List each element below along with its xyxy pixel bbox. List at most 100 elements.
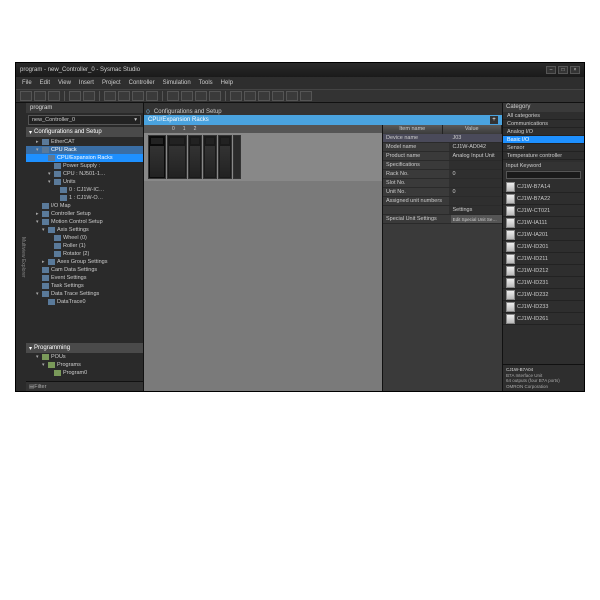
tree-item[interactable]: 1 : CJ1W-O…: [26, 194, 143, 202]
tool-button[interactable]: [20, 91, 32, 101]
part-item[interactable]: CJ1W-ID233: [503, 301, 584, 313]
unit-slot-1[interactable]: [203, 135, 217, 179]
part-item[interactable]: CJ1W-ID212: [503, 265, 584, 277]
tree-item[interactable]: ▸EtherCAT: [26, 138, 143, 146]
filter-row[interactable]: ▤ Filter: [26, 381, 143, 391]
part-item[interactable]: CJ1W-ID211: [503, 253, 584, 265]
category-item[interactable]: All categories: [503, 112, 584, 120]
part-item[interactable]: CJ1W-IA201: [503, 229, 584, 241]
tree-item[interactable]: ▾Programs: [26, 361, 143, 369]
tree-item[interactable]: ▾Data Trace Settings: [26, 290, 143, 298]
power-supply-slot[interactable]: [148, 135, 166, 179]
tree-item[interactable]: 0 : CJ1W-IC…: [26, 186, 143, 194]
tree-item[interactable]: ▾Units: [26, 178, 143, 186]
category-item[interactable]: Analog I/O: [503, 128, 584, 136]
property-row[interactable]: Assigned unit numbers: [383, 197, 502, 206]
tool-button[interactable]: [118, 91, 130, 101]
tree-item[interactable]: Rotator (2): [26, 250, 143, 258]
tree-item[interactable]: Roller (1): [26, 242, 143, 250]
tree-item[interactable]: ▾CPU Rack: [26, 146, 143, 154]
section-programming[interactable]: ▾Programming: [26, 343, 143, 353]
cpu-slot[interactable]: [167, 135, 187, 179]
search-input[interactable]: [506, 171, 581, 179]
tool-button[interactable]: [258, 91, 270, 101]
menu-edit[interactable]: Edit: [40, 80, 50, 86]
minimize-button[interactable]: –: [546, 66, 556, 74]
section-config[interactable]: ▾Configurations and Setup: [26, 127, 143, 137]
menu-project[interactable]: Project: [102, 80, 121, 86]
part-item[interactable]: CJ1W-B7A14: [503, 181, 584, 193]
tool-button[interactable]: [181, 91, 193, 101]
tool-button[interactable]: [272, 91, 284, 101]
tree-item[interactable]: Power Supply :: [26, 162, 143, 170]
menu-view[interactable]: View: [58, 80, 71, 86]
tool-button[interactable]: [230, 91, 242, 101]
controller-combo[interactable]: new_Controller_0 ▾: [28, 115, 141, 125]
close-button[interactable]: ×: [570, 66, 580, 74]
menu-tools[interactable]: Tools: [199, 80, 213, 86]
tree-item[interactable]: Program0: [26, 369, 143, 377]
end-cover[interactable]: [233, 135, 241, 179]
part-item[interactable]: CJ1W-ID231: [503, 277, 584, 289]
property-row[interactable]: Specifications: [383, 161, 502, 170]
part-item[interactable]: CJ1W-ID201: [503, 241, 584, 253]
unit-slot-2[interactable]: [218, 135, 232, 179]
menu-simulation[interactable]: Simulation: [163, 80, 191, 86]
menu-file[interactable]: File: [22, 80, 32, 86]
property-row[interactable]: Unit No.0: [383, 188, 502, 197]
add-tab-button[interactable]: +: [490, 116, 498, 124]
tree-item[interactable]: ▸Axes Group Settings: [26, 258, 143, 266]
tool-button[interactable]: [146, 91, 158, 101]
tree-item[interactable]: ▾Motion Control Setup: [26, 218, 143, 226]
rack-view[interactable]: 0 1 2: [144, 125, 382, 391]
tree-item[interactable]: Cam Data Settings: [26, 266, 143, 274]
tool-button[interactable]: [69, 91, 81, 101]
property-row[interactable]: Product nameAnalog Input Unit 4…: [383, 152, 502, 161]
part-item[interactable]: CJ1W-ID232: [503, 289, 584, 301]
multiview-explorer-tab[interactable]: Multiview Explorer: [16, 103, 26, 391]
tool-button[interactable]: [209, 91, 221, 101]
sub-tab-label[interactable]: CPU/Expansion Racks: [148, 117, 209, 123]
tool-button[interactable]: [104, 91, 116, 101]
property-row[interactable]: Model nameCJ1W-AD042: [383, 143, 502, 152]
part-icon: [506, 182, 515, 192]
part-item[interactable]: CJ1W-IA111: [503, 217, 584, 229]
tree-item[interactable]: CPU/Expansion Racks: [26, 154, 143, 162]
menu-controller[interactable]: Controller: [129, 80, 155, 86]
tool-button[interactable]: [83, 91, 95, 101]
tool-button[interactable]: [286, 91, 298, 101]
property-row[interactable]: Rack No.0: [383, 170, 502, 179]
tree-item[interactable]: I/O Map: [26, 202, 143, 210]
part-item[interactable]: CJ1W-CT021: [503, 205, 584, 217]
tool-button[interactable]: [34, 91, 46, 101]
tool-button[interactable]: [132, 91, 144, 101]
part-item[interactable]: CJ1W-ID261: [503, 313, 584, 325]
tree-item[interactable]: Event Settings: [26, 274, 143, 282]
menu-help[interactable]: Help: [221, 80, 233, 86]
tool-button[interactable]: [300, 91, 312, 101]
category-item[interactable]: Temperature controller: [503, 152, 584, 160]
tree-item[interactable]: DataTrace0: [26, 298, 143, 306]
property-row[interactable]: Slot No.: [383, 179, 502, 188]
tool-button[interactable]: [244, 91, 256, 101]
toolbar: [16, 89, 584, 103]
category-item[interactable]: Communications: [503, 120, 584, 128]
tool-button[interactable]: [48, 91, 60, 101]
menu-insert[interactable]: Insert: [79, 80, 94, 86]
property-row[interactable]: Special Unit SettingsEdit Special Unit S…: [383, 215, 502, 224]
tree-item[interactable]: ▾POUs: [26, 353, 143, 361]
tool-button[interactable]: [167, 91, 179, 101]
tree-item[interactable]: ▾Axis Settings: [26, 226, 143, 234]
maximize-button[interactable]: □: [558, 66, 568, 74]
part-item[interactable]: CJ1W-B7A22: [503, 193, 584, 205]
tree-item[interactable]: Wheel (0): [26, 234, 143, 242]
unit-slot-0[interactable]: [188, 135, 202, 179]
category-item[interactable]: Basic I/O: [503, 136, 584, 144]
tree-item[interactable]: ▸Controller Setup: [26, 210, 143, 218]
tool-button[interactable]: [195, 91, 207, 101]
tree-item[interactable]: Task Settings: [26, 282, 143, 290]
tree-item[interactable]: ▾CPU : NJ501-1…: [26, 170, 143, 178]
property-row[interactable]: Device nameJ03: [383, 134, 502, 143]
category-item[interactable]: Sensor: [503, 144, 584, 152]
property-row[interactable]: Settings: [383, 206, 502, 215]
